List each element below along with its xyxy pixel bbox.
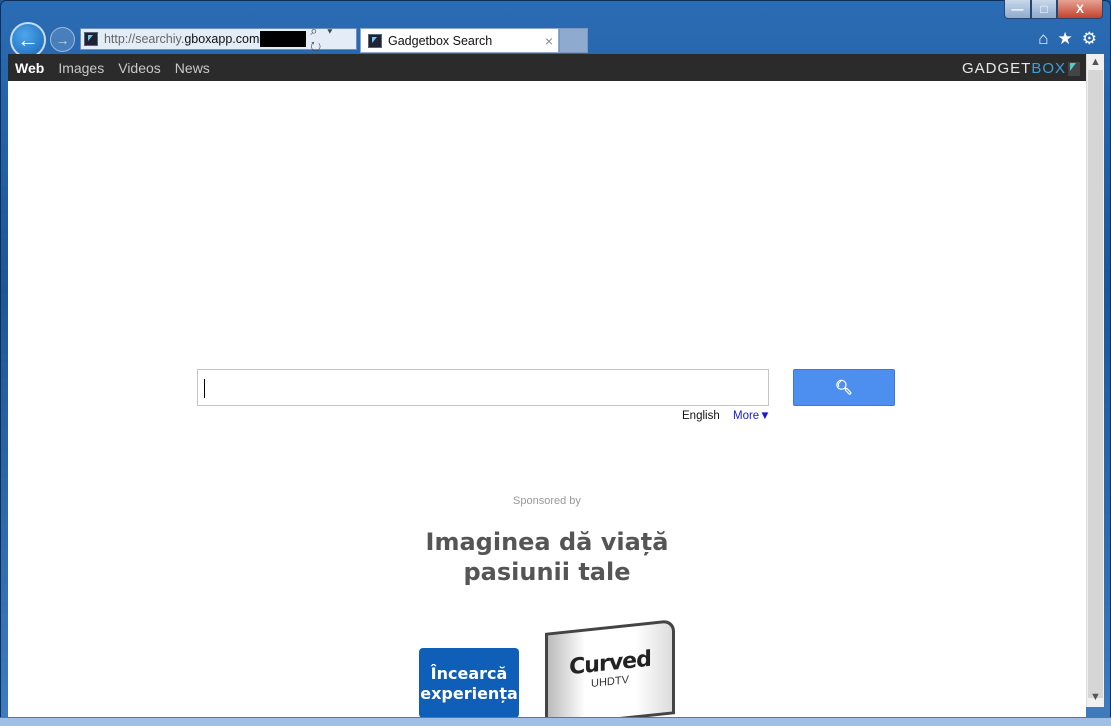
gadgetbox-logo[interactable]: GADGET BOX — [962, 60, 1080, 77]
scroll-down-icon[interactable]: ▼ — [1087, 691, 1104, 705]
vertical-scrollbar[interactable]: ▲ ▼ — [1086, 54, 1104, 707]
site-favicon-icon — [84, 32, 98, 46]
url-domain: gboxapp.com — [184, 32, 260, 46]
scroll-up-icon[interactable]: ▲ — [1087, 56, 1104, 70]
ad-headline[interactable]: Imaginea dă viață pasiunii tale — [8, 527, 1086, 587]
ad-cta-button[interactable]: Încearcă experiența — [419, 648, 519, 717]
tab-title: Gadgetbox Search — [388, 33, 493, 48]
search-input[interactable] — [197, 369, 769, 406]
tab-close-icon[interactable]: × — [545, 33, 553, 49]
nav-web[interactable]: Web — [15, 60, 44, 76]
cta-line2: experiența — [420, 684, 518, 703]
scrollbar-thumb[interactable] — [1088, 70, 1103, 698]
nav-videos[interactable]: Videos — [118, 60, 161, 76]
browser-tools: ⌂ ★ ⚙ — [1038, 29, 1097, 49]
url-prefix: http://searchiy. — [103, 32, 185, 46]
logo-text-b: BOX — [1031, 60, 1066, 77]
cta-line1: Încearcă — [430, 664, 508, 683]
window-bottom-border — [0, 717, 1111, 726]
text-caret — [204, 379, 205, 398]
address-bar-icons[interactable]: ⌕ ▾ ↻ — [310, 23, 356, 55]
page-content: 🔍︎ English More▼ Sponsored by Imaginea d… — [8, 81, 1086, 717]
address-bar[interactable]: http://searchiy. gboxapp.com ⌕ ▾ ↻ — [80, 23, 357, 54]
search-button[interactable]: 🔍︎ — [793, 369, 895, 406]
forward-button[interactable]: → — [50, 27, 75, 52]
more-languages-link[interactable]: More▼ — [733, 410, 771, 422]
language-label: English — [682, 410, 720, 422]
curved-tv-image[interactable]: Curved UHDTV — [545, 619, 675, 717]
search-icon: 🔍︎ — [835, 379, 853, 395]
new-tab-button[interactable] — [559, 28, 588, 53]
window-controls: — □ X — [1004, 0, 1103, 19]
sponsored-label: Sponsored by — [513, 495, 581, 507]
maximize-button[interactable]: □ — [1031, 0, 1057, 19]
tab-favicon-icon — [368, 33, 382, 48]
nav-news[interactable]: News — [175, 60, 210, 76]
site-navbar: Web Images Videos News GADGET BOX — [8, 54, 1086, 81]
star-icon[interactable]: ★ — [1058, 29, 1073, 49]
gear-icon[interactable]: ⚙ — [1082, 29, 1097, 49]
ad-headline-line1: Imaginea dă viață — [425, 528, 669, 556]
redacted-url — [260, 31, 307, 47]
close-window-button[interactable]: X — [1057, 0, 1103, 19]
tab-gadgetbox-search[interactable]: Gadgetbox Search × — [360, 28, 559, 53]
cursor-logo-icon — [1068, 61, 1080, 76]
back-button[interactable]: ← — [10, 22, 46, 58]
minimize-button[interactable]: — — [1004, 0, 1031, 19]
logo-text-a: GADGET — [961, 60, 1032, 77]
nav-images[interactable]: Images — [58, 60, 104, 76]
ad-headline-line2: pasiunii tale — [463, 558, 631, 586]
home-icon[interactable]: ⌂ — [1038, 29, 1048, 49]
